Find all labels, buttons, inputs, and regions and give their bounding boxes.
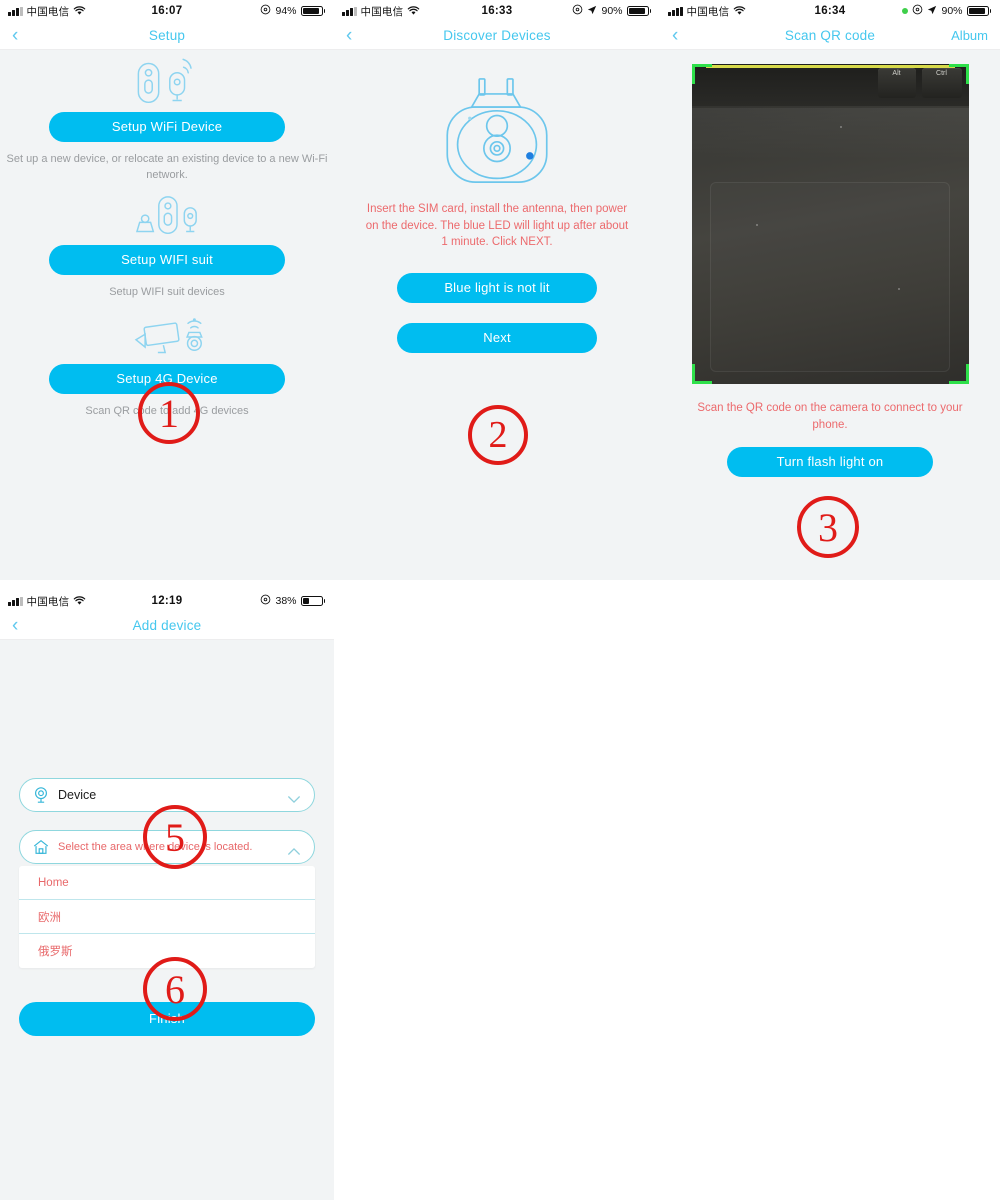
status-bar: 中国电信 12:19 38% xyxy=(0,590,334,612)
device-select-value: Device xyxy=(58,788,97,802)
camera-device-icon xyxy=(32,786,50,804)
camera-viewfinder[interactable]: Alt Ctrl xyxy=(691,64,969,384)
page-title: Scan QR code xyxy=(784,28,876,43)
blue-light-not-lit-button[interactable]: Blue light is not lit xyxy=(397,272,597,303)
home-icon xyxy=(32,838,50,856)
turn-flashlight-on-button[interactable]: Turn flash light on xyxy=(727,447,933,477)
wifi-camera-pair-icon xyxy=(0,58,334,106)
4g-camera-device-icon xyxy=(334,68,660,193)
page-title: Add device xyxy=(132,618,202,633)
finish-button[interactable]: Finish xyxy=(19,1002,315,1036)
discover-instruction: Insert the SIM card, install the antenna… xyxy=(365,203,629,248)
nav-bar: ‹ Scan QR code Album xyxy=(660,22,1000,50)
panel-scan-qr: 中国电信 16:34 90% ‹ Scan QR code Album Alt … xyxy=(660,0,1000,580)
screenshot-sheet: 中国电信 16:07 94% ‹ Setup Setup WiFi Device… xyxy=(0,0,1000,1200)
key-alt: Alt xyxy=(877,68,916,98)
chevron-up-icon[interactable] xyxy=(287,843,301,855)
wifi-suit-devices-icon xyxy=(0,193,334,239)
nav-bar: ‹ Add device xyxy=(0,612,334,640)
discover-body: Insert the SIM card, install the antenna… xyxy=(334,68,660,580)
area-select[interactable]: Select the area where device is located. xyxy=(19,830,315,864)
qr-scan-frame xyxy=(691,364,712,384)
status-bar: 中国电信 16:33 90% xyxy=(334,0,660,22)
status-time: 16:07 xyxy=(151,5,183,17)
status-bar: 中国电信 16:34 90% xyxy=(660,0,1000,22)
status-time: 16:33 xyxy=(481,5,513,17)
setup-wifi-suit-caption: Setup WIFI suit devices xyxy=(109,286,225,298)
album-button[interactable]: Album xyxy=(951,28,988,43)
list-item[interactable]: 俄罗斯 xyxy=(19,934,315,968)
status-time: 12:19 xyxy=(151,595,183,607)
status-time: 16:34 xyxy=(814,5,846,17)
laptop-hinge-band xyxy=(691,108,969,160)
panel-setup: 中国电信 16:07 94% ‹ Setup Setup WiFi Device… xyxy=(0,0,334,580)
trackpad-outline xyxy=(709,182,950,372)
chevron-down-icon[interactable] xyxy=(287,791,301,803)
next-button[interactable]: Next xyxy=(397,322,597,353)
scan-instruction: Scan the QR code on the camera to connec… xyxy=(697,402,963,431)
page-title: Discover Devices xyxy=(443,28,551,43)
setup-body: Setup WiFi Device Set up a new device, o… xyxy=(0,58,334,580)
page-title: Setup xyxy=(148,28,186,43)
status-bar: 中国电信 16:07 94% xyxy=(0,0,334,22)
device-select[interactable]: Device xyxy=(19,778,315,812)
scan-body: Alt Ctrl Scan the QR code on the camera … xyxy=(660,64,1000,580)
qr-scan-frame xyxy=(948,64,969,84)
setup-4g-device-caption: Scan QR code to add 4G devices xyxy=(85,405,249,417)
panel-discover-devices: 中国电信 16:33 90% ‹ Discover Devices Insert… xyxy=(334,0,660,580)
nav-bar: ‹ Setup xyxy=(0,22,334,50)
nav-bar: ‹ Discover Devices xyxy=(334,22,660,50)
4g-camera-tower-icon xyxy=(0,314,334,358)
area-select-placeholder: Select the area where device is located. xyxy=(58,841,253,853)
setup-wifi-device-button[interactable]: Setup WiFi Device xyxy=(49,112,285,142)
setup-wifi-device-caption: Set up a new device, or relocate an exis… xyxy=(6,153,328,181)
area-options-list: Home 欧洲 俄罗斯 xyxy=(19,866,315,968)
list-item[interactable]: Home xyxy=(19,866,315,900)
qr-scan-frame xyxy=(948,364,969,384)
list-item[interactable]: 欧洲 xyxy=(19,900,315,934)
setup-wifi-suit-button[interactable]: Setup WIFI suit xyxy=(49,245,285,275)
scan-highlight-line xyxy=(705,65,955,68)
add-device-body: Device Select the area where device is l… xyxy=(0,778,334,1200)
setup-4g-device-button[interactable]: Setup 4G Device xyxy=(49,364,285,394)
qr-scan-frame xyxy=(691,64,712,84)
panel-add-device: 中国电信 12:19 38% ‹ Add device Device Selec… xyxy=(0,590,334,1200)
